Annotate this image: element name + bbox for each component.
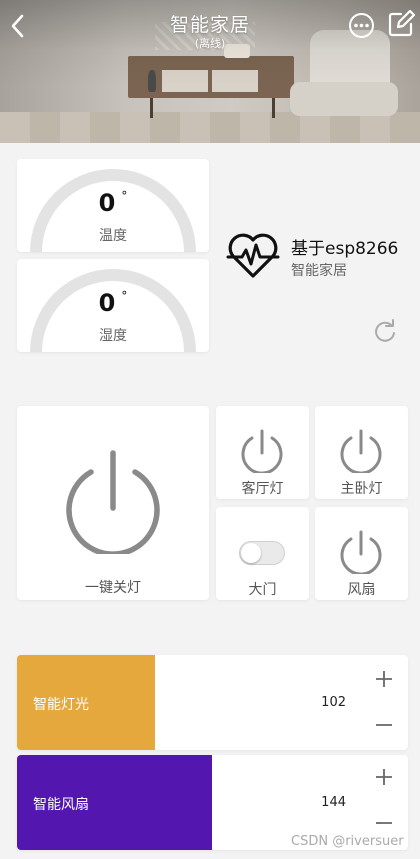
bedroom-light-label: 主卧灯 — [340, 481, 383, 497]
header-banner: 智能家居 (离线) — [0, 0, 420, 143]
heart-pulse-icon — [226, 233, 280, 278]
living-room-light-label: 客厅灯 — [241, 481, 284, 497]
more-button[interactable] — [348, 12, 375, 39]
power-icon — [66, 450, 160, 554]
temperature-value: 0 ° — [17, 189, 209, 217]
light-slider-value: 102 — [321, 695, 346, 710]
all-lights-off-label: 一键关灯 — [85, 580, 141, 596]
door-switch-card: 大门 — [216, 507, 309, 600]
humidity-label: 湿度 — [99, 328, 127, 344]
refresh-icon — [375, 319, 395, 342]
temperature-label: 温度 — [99, 228, 127, 244]
minus-icon[interactable] — [375, 716, 393, 734]
door-label: 大门 — [248, 582, 277, 598]
fan-button[interactable]: 风扇 — [315, 507, 408, 600]
temperature-unit: ° — [121, 189, 128, 203]
device-title: 基于esp8266 — [291, 239, 399, 259]
temperature-number: 0 — [98, 189, 116, 217]
plus-icon[interactable] — [375, 670, 393, 688]
fan-slider-label: 智能风扇 — [33, 797, 89, 813]
living-room-light-button[interactable]: 客厅灯 — [216, 406, 309, 499]
light-slider-label: 智能灯光 — [33, 697, 89, 713]
watermark: CSDN @riversuer — [291, 834, 404, 849]
temperature-gauge-card: 0 ° 温度 — [17, 159, 209, 252]
bedroom-light-button[interactable]: 主卧灯 — [315, 406, 408, 499]
fan-label: 风扇 — [347, 582, 376, 598]
power-icon — [340, 530, 382, 574]
power-icon — [340, 429, 382, 473]
all-lights-off-button[interactable]: 一键关灯 — [17, 406, 209, 600]
humidity-number: 0 — [98, 289, 116, 317]
light-slider-card: 智能灯光 102 — [17, 655, 408, 750]
fan-slider-value: 144 — [321, 795, 346, 810]
humidity-unit: ° — [121, 289, 128, 303]
more-dots-icon — [349, 13, 374, 38]
power-icon — [241, 429, 283, 473]
plus-icon[interactable] — [375, 768, 393, 786]
humidity-gauge-card: 0 ° 湿度 — [17, 259, 209, 352]
door-toggle[interactable] — [239, 541, 285, 565]
device-subtitle: 智能家居 — [291, 263, 347, 279]
device-info: 基于esp8266 智能家居 — [225, 230, 415, 290]
edit-button[interactable] — [387, 9, 416, 38]
edit-icon — [388, 9, 416, 37]
minus-icon[interactable] — [375, 814, 393, 832]
toggle-knob — [241, 543, 261, 563]
refresh-button[interactable] — [372, 318, 398, 344]
humidity-value: 0 ° — [17, 289, 209, 317]
